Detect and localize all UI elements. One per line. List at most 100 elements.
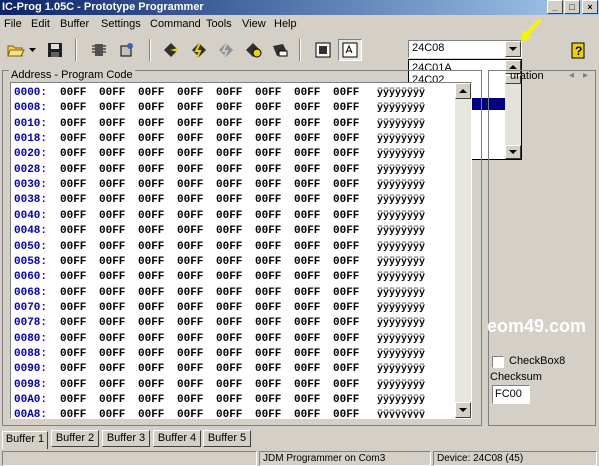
hex-cell[interactable]: 00FF bbox=[177, 270, 203, 285]
tab-buffer-1[interactable]: Buffer 1 bbox=[2, 431, 48, 449]
hex-cell[interactable]: 00FF bbox=[60, 362, 86, 377]
hex-cell[interactable]: 00FF bbox=[60, 163, 86, 178]
menu-tools[interactable]: Tools bbox=[206, 17, 232, 31]
hex-cell[interactable]: 00FF bbox=[333, 86, 359, 101]
hex-cell[interactable]: 00FF bbox=[294, 255, 320, 270]
hex-cell[interactable]: 00FF bbox=[177, 286, 203, 301]
hex-cell[interactable]: 00FF bbox=[216, 132, 242, 147]
hex-cell[interactable]: 00FF bbox=[99, 117, 125, 132]
hex-cell[interactable]: 00FF bbox=[138, 163, 164, 178]
hex-cell[interactable]: 00FF bbox=[216, 286, 242, 301]
hex-cell[interactable]: 00FF bbox=[255, 316, 281, 331]
hex-cell[interactable]: 00FF bbox=[99, 193, 125, 208]
hex-cell[interactable]: 00FF bbox=[255, 240, 281, 255]
hex-cell[interactable]: 00FF bbox=[255, 178, 281, 193]
hex-cell[interactable]: 00FF bbox=[255, 101, 281, 116]
hex-cell[interactable]: 00FF bbox=[60, 347, 86, 362]
hex-cell[interactable]: 00FF bbox=[177, 393, 203, 408]
hex-cell[interactable]: 00FF bbox=[333, 209, 359, 224]
hex-cell[interactable]: 00FF bbox=[138, 193, 164, 208]
device-select-dropdown-button[interactable] bbox=[505, 41, 521, 57]
hex-cell[interactable]: 00FF bbox=[99, 286, 125, 301]
hex-cell[interactable]: 00FF bbox=[60, 255, 86, 270]
hex-cell[interactable]: 00FF bbox=[216, 347, 242, 362]
hex-cell[interactable]: 00FF bbox=[255, 193, 281, 208]
minimize-button[interactable]: _ bbox=[547, 0, 563, 14]
hex-cell[interactable]: 00FF bbox=[60, 209, 86, 224]
hex-cell[interactable]: 00FF bbox=[60, 316, 86, 331]
hex-cell[interactable]: 00FF bbox=[177, 316, 203, 331]
hex-cell[interactable]: 00FF bbox=[99, 132, 125, 147]
chevron-left-icon[interactable]: ◂ bbox=[569, 70, 574, 81]
hex-cell[interactable]: 00FF bbox=[99, 86, 125, 101]
hex-cell[interactable]: 00FF bbox=[255, 301, 281, 316]
save-button[interactable] bbox=[44, 39, 66, 61]
menu-settings[interactable]: Settings bbox=[101, 17, 141, 31]
menu-command[interactable]: Command bbox=[150, 17, 201, 31]
hex-cell[interactable]: 00FF bbox=[60, 286, 86, 301]
hex-cell[interactable]: 00FF bbox=[333, 270, 359, 285]
hex-cell[interactable]: 00FF bbox=[333, 240, 359, 255]
hex-cell[interactable]: 00FF bbox=[333, 178, 359, 193]
hex-cell[interactable]: 00FF bbox=[294, 86, 320, 101]
hex-cell[interactable]: 00FF bbox=[333, 117, 359, 132]
chip-read-button[interactable] bbox=[88, 39, 110, 61]
hex-cell[interactable]: 00FF bbox=[255, 286, 281, 301]
hex-cell[interactable]: 00FF bbox=[177, 209, 203, 224]
program-all-button[interactable] bbox=[188, 39, 210, 61]
hex-cell[interactable]: 00FF bbox=[333, 286, 359, 301]
hex-cell[interactable]: 00FF bbox=[138, 301, 164, 316]
hex-cell[interactable]: 00FF bbox=[99, 209, 125, 224]
hex-cell[interactable]: 00FF bbox=[294, 378, 320, 393]
tab-buffer-5[interactable]: Buffer 5 bbox=[203, 430, 251, 447]
tab-buffer-4[interactable]: Buffer 4 bbox=[153, 430, 201, 447]
view-ascii-button[interactable] bbox=[338, 39, 362, 61]
close-button[interactable]: × bbox=[582, 0, 598, 14]
hex-cell[interactable]: 00FF bbox=[60, 86, 86, 101]
hex-scrollbar[interactable] bbox=[455, 83, 471, 418]
hex-cell[interactable]: 00FF bbox=[255, 347, 281, 362]
hex-cell[interactable]: 00FF bbox=[60, 147, 86, 162]
hex-cell[interactable]: 00FF bbox=[333, 163, 359, 178]
hex-cell[interactable]: 00FF bbox=[99, 408, 125, 418]
hex-cell[interactable]: 00FF bbox=[255, 132, 281, 147]
hex-cell[interactable]: 00FF bbox=[216, 117, 242, 132]
hex-cell[interactable]: 00FF bbox=[294, 132, 320, 147]
menu-help[interactable]: Help bbox=[274, 17, 297, 31]
hex-cell[interactable]: 00FF bbox=[255, 393, 281, 408]
hex-cell[interactable]: 00FF bbox=[294, 301, 320, 316]
hex-cell[interactable]: 00FF bbox=[99, 270, 125, 285]
hex-cell[interactable]: 00FF bbox=[138, 117, 164, 132]
hex-cell[interactable]: 00FF bbox=[60, 332, 86, 347]
hex-cell[interactable]: 00FF bbox=[294, 286, 320, 301]
tab-buffer-3[interactable]: Buffer 3 bbox=[102, 430, 150, 447]
help-button[interactable]: ? bbox=[567, 39, 589, 61]
hex-cell[interactable]: 00FF bbox=[294, 393, 320, 408]
view-hex-button[interactable] bbox=[312, 39, 334, 61]
hex-cell[interactable]: 00FF bbox=[333, 193, 359, 208]
hex-cell[interactable]: 00FF bbox=[138, 347, 164, 362]
hex-cell[interactable]: 00FF bbox=[294, 193, 320, 208]
hex-cell[interactable]: 00FF bbox=[177, 408, 203, 418]
hex-cell[interactable]: 00FF bbox=[60, 270, 86, 285]
hex-cell[interactable]: 00FF bbox=[60, 378, 86, 393]
hex-cell[interactable]: 00FF bbox=[333, 255, 359, 270]
hex-cell[interactable]: 00FF bbox=[255, 86, 281, 101]
checksum-field[interactable]: FC00 bbox=[492, 385, 530, 404]
hex-cell[interactable]: 00FF bbox=[333, 393, 359, 408]
hex-cell[interactable]: 00FF bbox=[99, 101, 125, 116]
hex-cell[interactable]: 00FF bbox=[333, 316, 359, 331]
hex-cell[interactable]: 00FF bbox=[138, 393, 164, 408]
hex-cell[interactable]: 00FF bbox=[177, 255, 203, 270]
hex-cell[interactable]: 00FF bbox=[333, 362, 359, 377]
hex-cell[interactable]: 00FF bbox=[216, 86, 242, 101]
hex-cell[interactable]: 00FF bbox=[99, 301, 125, 316]
hex-cell[interactable]: 00FF bbox=[255, 378, 281, 393]
hex-cell[interactable]: 00FF bbox=[294, 362, 320, 377]
hex-cell[interactable]: 00FF bbox=[138, 286, 164, 301]
hex-cell[interactable]: 00FF bbox=[138, 132, 164, 147]
hex-cell[interactable]: 00FF bbox=[99, 332, 125, 347]
hex-cell[interactable]: 00FF bbox=[333, 378, 359, 393]
hex-buffer-view[interactable]: 0000: 00FF 00FF 00FF 00FF 00FF 00FF 00FF 00FF ÿÿÿ… bbox=[10, 82, 472, 419]
tab-buffer-2[interactable]: Buffer 2 bbox=[51, 430, 99, 447]
